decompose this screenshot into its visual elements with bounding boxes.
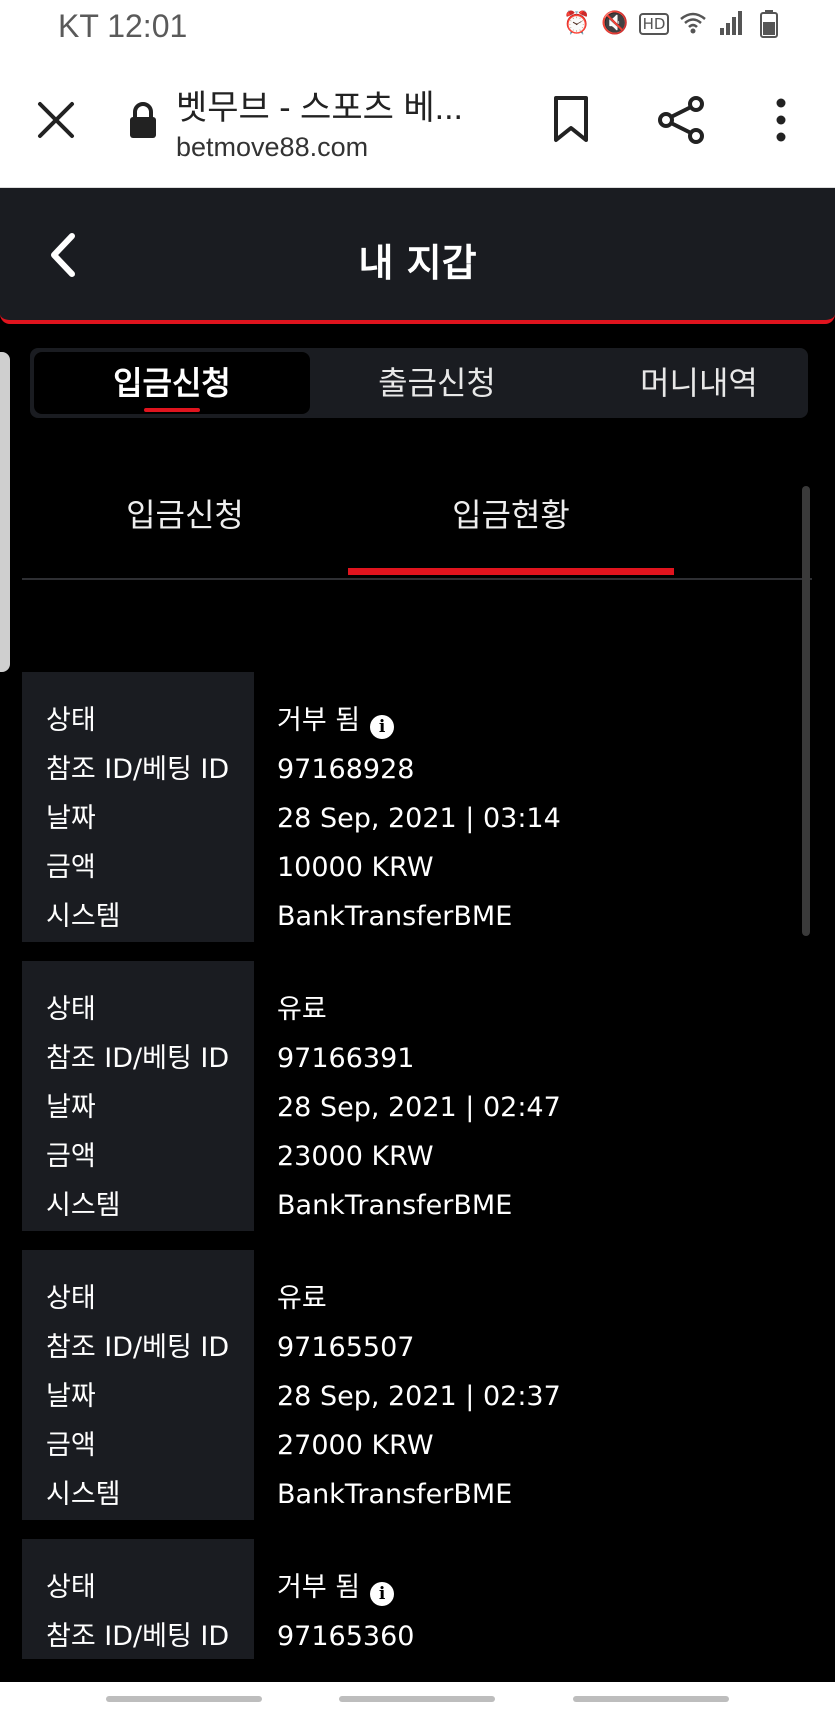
active-tab-indicator <box>144 408 200 412</box>
status-icons: ⏰ 🔇 HD <box>563 10 783 38</box>
hd-icon: HD <box>639 13 669 35</box>
amount-value: 10000 KRW <box>277 852 434 883</box>
date-label: 날짜 <box>46 1092 96 1123</box>
status-value: 거부 됨i <box>277 696 395 745</box>
subtab-active-indicator <box>348 568 674 575</box>
more-vertical-icon <box>776 98 786 142</box>
app-header: 내 지갑 <box>0 188 835 324</box>
status-value: 유료 <box>277 1283 327 1314</box>
status-value: 유료 <box>277 994 327 1025</box>
system-value: BankTransferBME <box>277 1190 513 1221</box>
bookmark-icon <box>554 96 588 142</box>
ref-id-label: 참조 ID/베팅 ID <box>46 1621 230 1652</box>
date-label: 날짜 <box>46 803 96 834</box>
system-value: BankTransferBME <box>277 901 513 932</box>
amount-value: 27000 KRW <box>277 1430 434 1461</box>
status-value: 거부 됨i <box>277 1563 395 1612</box>
ref-id-value: 97168928 <box>277 754 415 785</box>
share-icon <box>658 96 704 144</box>
date-value: 28 Sep, 2021 | 02:47 <box>277 1092 561 1123</box>
status-label: 상태 <box>46 1283 96 1314</box>
subtab-deposit-status[interactable]: 입금현황 <box>348 490 674 536</box>
ref-id-value: 97165507 <box>277 1332 415 1363</box>
tab-label: 머니내역 <box>640 364 758 402</box>
list-item: 상태 거부 됨i 참조 ID/베팅 ID 97165360 <box>22 1539 802 1659</box>
signal-icon <box>717 10 745 38</box>
close-button[interactable] <box>32 96 80 144</box>
amount-value: 23000 KRW <box>277 1141 434 1172</box>
system-label: 시스템 <box>46 1479 121 1510</box>
list-item: 상태 유료 참조 ID/베팅 ID 97166391 날짜 28 Sep, 2021 … <box>22 961 802 1231</box>
url-domain[interactable]: betmove88.com <box>176 132 368 163</box>
lock-icon <box>128 100 158 140</box>
status-label: 상태 <box>46 705 96 736</box>
system-value: BankTransferBME <box>277 1479 513 1510</box>
page-title[interactable]: 벳무브 - 스포츠 베... <box>176 80 463 129</box>
deposit-records-list: 상태 거부 됨i 참조 ID/베팅 ID 97168928 날짜 28 Sep, 20… <box>22 672 802 1678</box>
close-icon <box>38 102 74 138</box>
info-icon[interactable]: i <box>370 1582 395 1606</box>
ref-id-value: 97165360 <box>277 1621 415 1652</box>
tab-withdraw-request[interactable]: 출금신청 <box>322 352 552 414</box>
ref-id-value: 97166391 <box>277 1043 415 1074</box>
system-label: 시스템 <box>46 1190 121 1221</box>
ref-id-label: 참조 ID/베팅 ID <box>46 1043 230 1074</box>
date-value: 28 Sep, 2021 | 02:37 <box>277 1381 561 1412</box>
info-icon[interactable]: i <box>370 715 395 739</box>
status-label: 상태 <box>46 994 96 1025</box>
alarm-icon: ⏰ <box>563 11 591 36</box>
sub-tabs: 입금신청 입금현황 <box>22 470 812 580</box>
status-label: 상태 <box>46 1572 96 1603</box>
share-button[interactable] <box>656 94 708 146</box>
home-button[interactable] <box>339 1696 495 1702</box>
ref-id-label: 참조 ID/베팅 ID <box>46 1332 230 1363</box>
tab-money-history[interactable]: 머니내역 <box>590 352 808 414</box>
back-nav-button[interactable] <box>573 1696 729 1702</box>
more-button[interactable] <box>766 94 796 146</box>
list-item: 상태 거부 됨i 참조 ID/베팅 ID 97168928 날짜 28 Sep, 20… <box>22 672 802 942</box>
recent-apps-button[interactable] <box>106 1696 262 1702</box>
tab-label: 입금신청 <box>113 364 231 402</box>
date-value: 28 Sep, 2021 | 03:14 <box>277 803 561 834</box>
ref-id-label: 참조 ID/베팅 ID <box>46 754 230 785</box>
amount-label: 금액 <box>46 852 96 883</box>
tab-label: 출금신청 <box>378 364 496 402</box>
main-tabs: 입금신청 출금신청 머니내역 <box>30 348 808 418</box>
header-title: 내 지갑 <box>358 241 477 285</box>
status-bar: KT 12:01 ⏰ 🔇 HD <box>0 0 835 58</box>
bookmark-button[interactable] <box>548 94 594 144</box>
navigation-gesture-bar <box>0 1682 835 1716</box>
scrollbar[interactable] <box>802 486 810 936</box>
date-label: 날짜 <box>46 1381 96 1412</box>
list-item: 상태 유료 참조 ID/베팅 ID 97165507 날짜 28 Sep, 2021 … <box>22 1250 802 1520</box>
mute-icon: 🔇 <box>601 11 629 36</box>
amount-label: 금액 <box>46 1430 96 1461</box>
tab-deposit-request[interactable]: 입금신청 <box>34 352 310 414</box>
side-drawer-handle[interactable] <box>0 352 10 672</box>
system-label: 시스템 <box>46 901 121 932</box>
battery-icon <box>755 10 783 38</box>
browser-toolbar: 벳무브 - 스포츠 베... betmove88.com <box>0 58 835 188</box>
carrier-time: KT 12:01 <box>58 8 188 44</box>
wifi-icon <box>679 10 707 38</box>
subtab-deposit-request[interactable]: 입금신청 <box>22 490 348 536</box>
amount-label: 금액 <box>46 1141 96 1172</box>
